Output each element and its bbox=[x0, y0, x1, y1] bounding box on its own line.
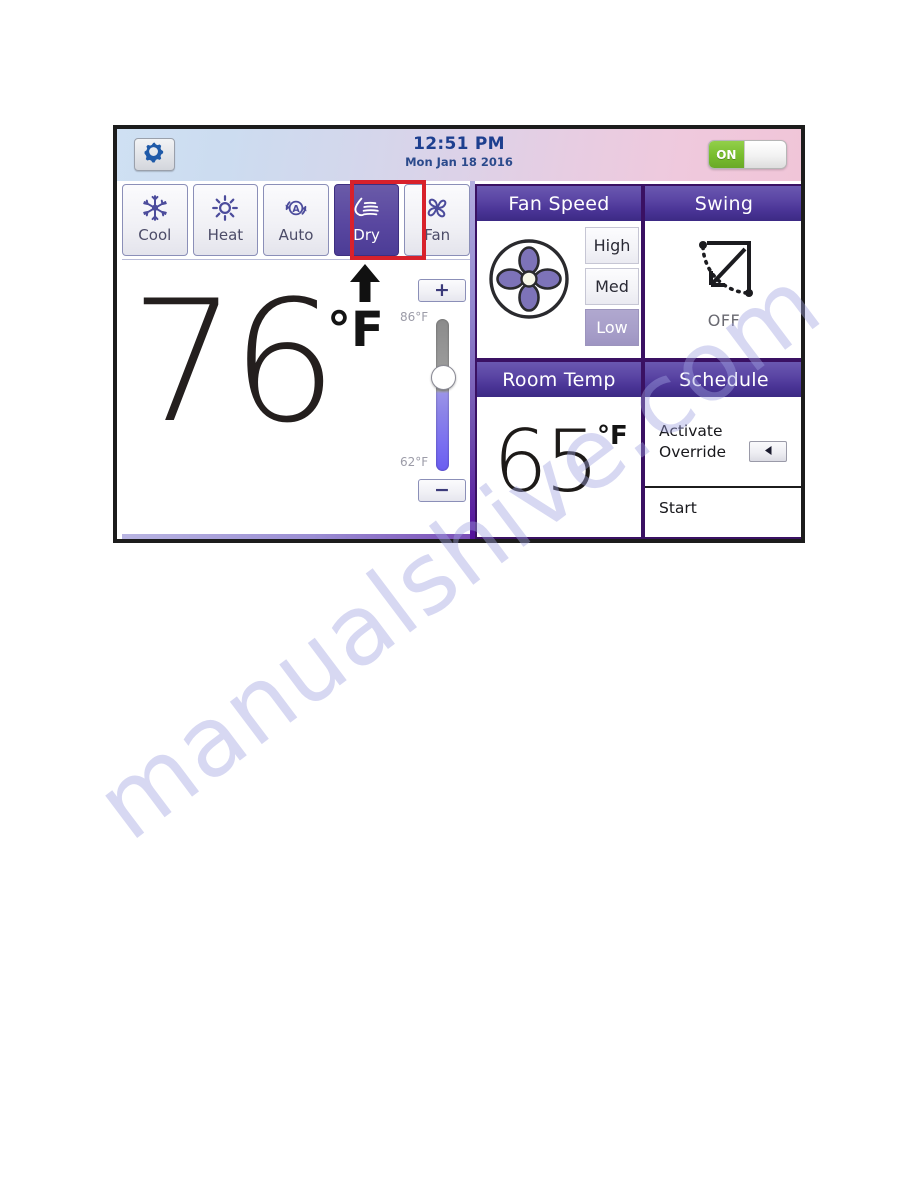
clock-time: 12:51 PM bbox=[413, 134, 505, 154]
triangle-left-icon bbox=[762, 442, 775, 461]
bottom-divider bbox=[122, 534, 470, 539]
room-temp-value: 65 bbox=[493, 412, 599, 512]
auto-circle-a-icon: A bbox=[281, 192, 311, 224]
fan-speed-option-med[interactable]: Med bbox=[585, 268, 639, 305]
panel-body-fan-speed: High Med Low bbox=[477, 221, 641, 358]
mode-button-fan[interactable]: Fan bbox=[404, 184, 470, 256]
mode-label-dry: Dry bbox=[353, 226, 380, 244]
room-temp-unit: °F bbox=[597, 421, 628, 451]
setpoint-slider-handle[interactable] bbox=[431, 365, 456, 390]
mode-button-heat[interactable]: Heat bbox=[192, 184, 259, 256]
header-bar: 12:51 PM Mon Jan 18 2016 ON bbox=[117, 129, 801, 181]
fan-blade-icon bbox=[422, 192, 452, 224]
decrease-temp-button[interactable]: − bbox=[418, 479, 466, 502]
panel-title-fan-speed: Fan Speed bbox=[477, 186, 641, 221]
fan-speed-option-low[interactable]: Low bbox=[585, 309, 639, 346]
panel-fan-speed: Fan Speed High Med Low bbox=[475, 184, 643, 360]
mode-label-fan: Fan bbox=[424, 226, 451, 244]
mode-button-cool[interactable]: Cool bbox=[122, 184, 188, 256]
setpoint-slider-track[interactable] bbox=[436, 319, 449, 471]
mode-button-bar: Cool Heat A Auto Dry Fan bbox=[122, 184, 470, 256]
schedule-override-label: Activate Override bbox=[659, 421, 726, 463]
up-arrow-icon bbox=[347, 263, 383, 303]
swing-status-label: OFF bbox=[707, 311, 741, 330]
mode-label-auto: Auto bbox=[278, 226, 314, 244]
panel-schedule: Schedule Activate Override Start bbox=[643, 360, 801, 539]
sun-icon bbox=[211, 192, 239, 224]
schedule-override-row: Activate Override bbox=[645, 397, 801, 488]
schedule-start-label: Start bbox=[659, 499, 697, 517]
mode-label-cool: Cool bbox=[138, 226, 172, 244]
slider-min-label: 62°F bbox=[400, 455, 429, 469]
schedule-override-button[interactable] bbox=[749, 441, 787, 462]
slider-max-label: 86°F bbox=[400, 310, 429, 324]
mode-button-auto[interactable]: A Auto bbox=[263, 184, 329, 256]
schedule-override-line2: Override bbox=[659, 443, 727, 461]
clock: 12:51 PM Mon Jan 18 2016 bbox=[117, 134, 801, 169]
thermostat-device: 12:51 PM Mon Jan 18 2016 ON Cool Heat A … bbox=[113, 125, 805, 543]
panel-title-schedule: Schedule bbox=[645, 362, 801, 397]
svg-text:A: A bbox=[292, 204, 300, 215]
panel-title-swing: Swing bbox=[645, 186, 801, 221]
clock-date: Mon Jan 18 2016 bbox=[405, 155, 513, 169]
snowflake-icon bbox=[141, 192, 169, 224]
panel-body-swing: OFF bbox=[645, 221, 801, 358]
water-drop-icon bbox=[350, 192, 384, 224]
mode-label-heat: Heat bbox=[207, 226, 244, 244]
panel-body-room-temp: 65 °F bbox=[477, 397, 641, 537]
fan-speed-option-high[interactable]: High bbox=[585, 227, 639, 264]
thermostat-screen: 12:51 PM Mon Jan 18 2016 ON Cool Heat A … bbox=[117, 129, 801, 539]
schedule-override-line1: Activate bbox=[659, 422, 723, 440]
mode-button-dry[interactable]: Dry bbox=[333, 184, 400, 256]
setpoint-slider-group: + 86°F 62°F − bbox=[400, 279, 472, 524]
power-toggle-knob bbox=[743, 141, 786, 168]
setpoint-unit: °F bbox=[327, 302, 384, 358]
panel-title-room-temp: Room Temp bbox=[477, 362, 641, 397]
panel-body-schedule: Activate Override Start bbox=[645, 397, 801, 537]
fan-speed-options: High Med Low bbox=[585, 227, 639, 346]
panel-room-temp: Room Temp 65 °F bbox=[475, 360, 643, 539]
gear-icon bbox=[143, 141, 166, 168]
setpoint-value: 76 bbox=[130, 264, 338, 460]
settings-button[interactable] bbox=[134, 138, 175, 171]
fan-icon bbox=[485, 235, 573, 323]
swing-arc-arrow-icon[interactable] bbox=[645, 235, 801, 307]
increase-temp-button[interactable]: + bbox=[418, 279, 466, 302]
power-toggle[interactable]: ON bbox=[708, 140, 787, 169]
power-toggle-label: ON bbox=[709, 141, 744, 168]
panel-swing: Swing OFF bbox=[643, 184, 801, 360]
